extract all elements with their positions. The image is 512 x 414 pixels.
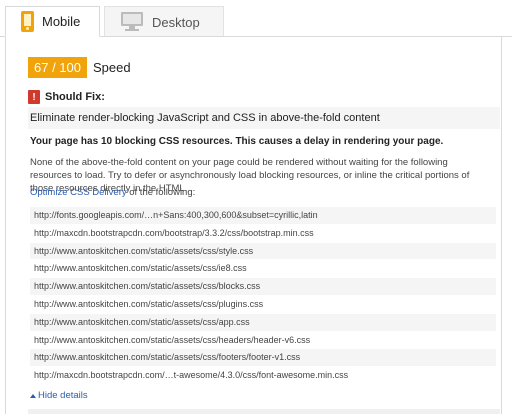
tab-desktop-label: Desktop (152, 14, 200, 30)
score-badge: 67 / 100 (28, 56, 87, 78)
rule-title[interactable]: Eliminate render-blocking JavaScript and… (28, 107, 500, 129)
hide-details-link[interactable]: Hide details (30, 390, 88, 401)
resource-item: http://www.antoskitchen.com/static/asset… (30, 278, 496, 296)
resource-item: http://www.antoskitchen.com/static/asset… (30, 260, 496, 279)
score-label: Speed (93, 59, 131, 75)
resource-item: http://maxcdn.bootstrapcdn.com/bootstrap… (30, 224, 496, 243)
resource-item: http://www.antoskitchen.com/static/asset… (30, 242, 496, 261)
phone-icon (21, 11, 34, 32)
tab-mobile[interactable]: Mobile (5, 6, 100, 37)
alert-icon: ! (28, 90, 40, 104)
tab-mobile-label: Mobile (42, 14, 81, 29)
caret-up-icon (30, 393, 36, 398)
rule-summary: Your page has 10 blocking CSS resources.… (30, 136, 444, 147)
optimize-css-delivery-link[interactable]: Optimize CSS Delivery (30, 187, 127, 198)
resource-item: http://www.antoskitchen.com/static/asset… (30, 349, 496, 368)
resource-item: http://www.antoskitchen.com/static/asset… (30, 295, 496, 314)
next-rule-strip (28, 409, 500, 414)
delivery-suffix: of the following: (126, 187, 196, 198)
resource-item: http://www.antoskitchen.com/static/asset… (30, 331, 496, 350)
device-tabbar: Mobile Desktop (0, 0, 512, 37)
results-panel: 67 / 100 Speed ! Should Fix: Eliminate r… (5, 37, 502, 414)
resource-item: http://maxcdn.bootstrapcdn.com/…t-awesom… (30, 367, 496, 385)
should-fix-title: Should Fix: (45, 91, 105, 103)
resource-item: http://fonts.googleapis.com/…n+Sans:400,… (30, 207, 496, 225)
resource-list: http://fonts.googleapis.com/…n+Sans:400,… (30, 207, 496, 385)
tab-desktop[interactable]: Desktop (104, 6, 224, 37)
monitor-icon (120, 12, 144, 32)
resource-item: http://www.antoskitchen.com/static/asset… (30, 313, 496, 332)
score-row: 67 / 100 Speed (28, 56, 131, 78)
delivery-line: Optimize CSS Delivery of the following: (30, 187, 195, 198)
hide-details-label: Hide details (38, 390, 88, 401)
should-fix-header: ! Should Fix: (28, 90, 105, 104)
